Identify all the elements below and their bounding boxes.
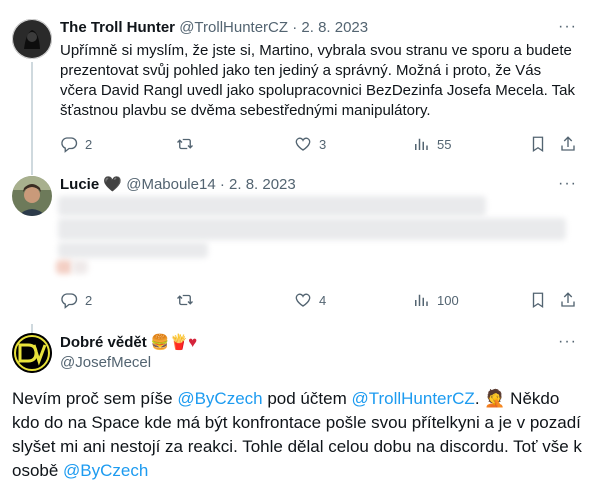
more-icon[interactable]: ··· (558, 18, 577, 36)
views-icon (415, 138, 428, 150)
tweet-actions: 2 3 55 (60, 133, 580, 155)
name-emoji: 🖤 (103, 176, 123, 193)
author-handle[interactable]: @TrollHunterCZ (179, 19, 288, 36)
author-name[interactable]: Dobré vědět (60, 334, 147, 351)
avatar-image (12, 19, 52, 59)
mention-link[interactable]: @TrollHunterCZ (351, 389, 474, 408)
avatar[interactable] (12, 333, 52, 373)
avatar[interactable] (12, 176, 52, 216)
thread-line (31, 62, 33, 166)
views-count: 100 (437, 292, 459, 308)
text-part: pod účtem (262, 389, 352, 408)
reply-icon (61, 293, 78, 309)
retweet-icon (177, 138, 193, 150)
reply-button[interactable]: 2 (60, 133, 92, 155)
more-icon[interactable]: ··· (558, 333, 577, 351)
mention-link[interactable]: @ByCzech (177, 389, 262, 408)
thread-line-top (31, 166, 33, 175)
blurred-line (58, 196, 486, 216)
like-button[interactable]: 4 (294, 289, 326, 311)
tweet-text: Nevím proč sem píše @ByCzech pod účtem @… (12, 387, 582, 483)
blurred-emoji (56, 260, 72, 274)
tweet-header: Dobré vědět 🍔🍟♥ (60, 333, 197, 353)
blurred-line (58, 242, 208, 258)
dv-logo-icon (12, 333, 52, 373)
like-count: 3 (319, 136, 327, 152)
tweet-lucie[interactable]: Lucie 🖤 @Maboule14 · 2. 8. 2023 ··· 2 4 … (0, 166, 595, 324)
bookmark-icon (532, 292, 544, 309)
bookmark-icon (532, 136, 544, 153)
blurred-emoji (72, 260, 88, 274)
reply-count: 2 (85, 292, 93, 308)
bookmark-button[interactable] (529, 133, 547, 155)
text-part: Nevím proč sem píše (12, 389, 178, 408)
tweet-text: Upřímně si myslím, že jste si, Martino, … (60, 42, 575, 119)
more-icon[interactable]: ··· (558, 175, 577, 193)
views-icon (415, 294, 428, 306)
like-button[interactable]: 3 (294, 133, 326, 155)
reply-icon (61, 137, 78, 153)
share-button[interactable] (559, 133, 577, 155)
like-count: 4 (319, 292, 327, 308)
reply-count: 2 (85, 136, 93, 152)
tweet-date[interactable]: 2. 8. 2023 (229, 176, 296, 193)
bookmark-button[interactable] (529, 289, 547, 311)
like-icon (295, 137, 311, 151)
separator: · (219, 176, 225, 193)
tweet-header: Lucie 🖤 @Maboule14 · 2. 8. 2023 (60, 175, 296, 195)
retweet-icon (177, 294, 193, 306)
tweet-main[interactable]: Dobré vědět 🍔🍟♥ @JosefMecel ··· Nevím pr… (0, 324, 595, 489)
mention-link[interactable]: @ByCzech (63, 461, 148, 480)
thread-line-top (31, 324, 33, 333)
author-handle[interactable]: @JosefMecel (60, 354, 151, 371)
retweet-button[interactable] (176, 133, 201, 155)
share-icon (561, 292, 575, 307)
author-name[interactable]: The Troll Hunter (60, 19, 175, 36)
author-name[interactable]: Lucie (60, 176, 99, 193)
views-count: 55 (437, 136, 452, 152)
name-emojis: 🍔🍟♥ (150, 334, 198, 351)
tweet-header: The Troll Hunter @TrollHunterCZ · 2. 8. … (60, 18, 368, 38)
tweet-date[interactable]: 2. 8. 2023 (301, 19, 368, 36)
like-icon (295, 293, 311, 307)
author-handle[interactable]: @Maboule14 (126, 176, 215, 193)
separator: · (292, 19, 298, 36)
views-button[interactable]: 100 (412, 289, 459, 311)
avatar[interactable] (12, 19, 52, 59)
tweet-trollhunter[interactable]: The Troll Hunter @TrollHunterCZ · 2. 8. … (0, 0, 595, 166)
retweet-button[interactable] (176, 289, 201, 311)
avatar-image (12, 176, 52, 216)
author-handle-line: @JosefMecel (60, 353, 151, 373)
blurred-line (58, 218, 566, 240)
views-button[interactable]: 55 (412, 133, 451, 155)
share-icon (561, 136, 575, 151)
share-button[interactable] (559, 289, 577, 311)
reply-button[interactable]: 2 (60, 289, 92, 311)
tweet-actions: 2 4 100 (60, 289, 580, 311)
